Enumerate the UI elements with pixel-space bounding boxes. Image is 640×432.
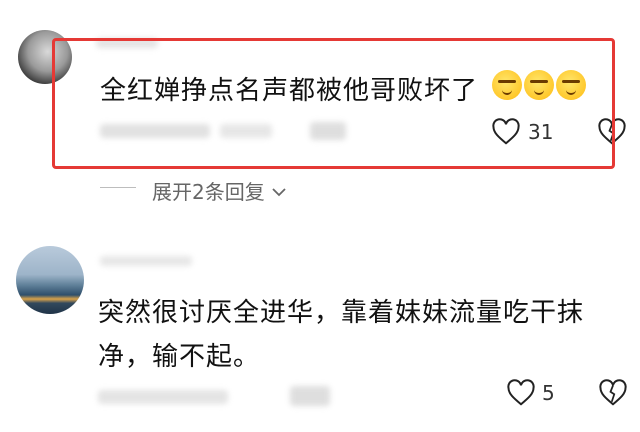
broken-heart-icon[interactable] [598,379,628,407]
reply-divider [100,187,136,188]
expand-replies-button[interactable]: 展开2条回复 [152,176,287,205]
comment-text-line1: 突然很讨厌全进华，靠着妹妹流量吃干抹 [98,298,585,328]
avatar[interactable] [16,246,84,314]
chevron-down-icon [272,188,286,197]
expand-replies-label: 展开2条回复 [152,180,265,204]
like-count: 5 [542,381,555,405]
highlight-box [52,38,615,169]
username [100,256,192,266]
reply-button[interactable] [290,386,330,406]
comment-meta [98,390,228,404]
heart-icon[interactable] [506,379,536,407]
comment-text-line2: 净，输不起。 [98,342,261,372]
